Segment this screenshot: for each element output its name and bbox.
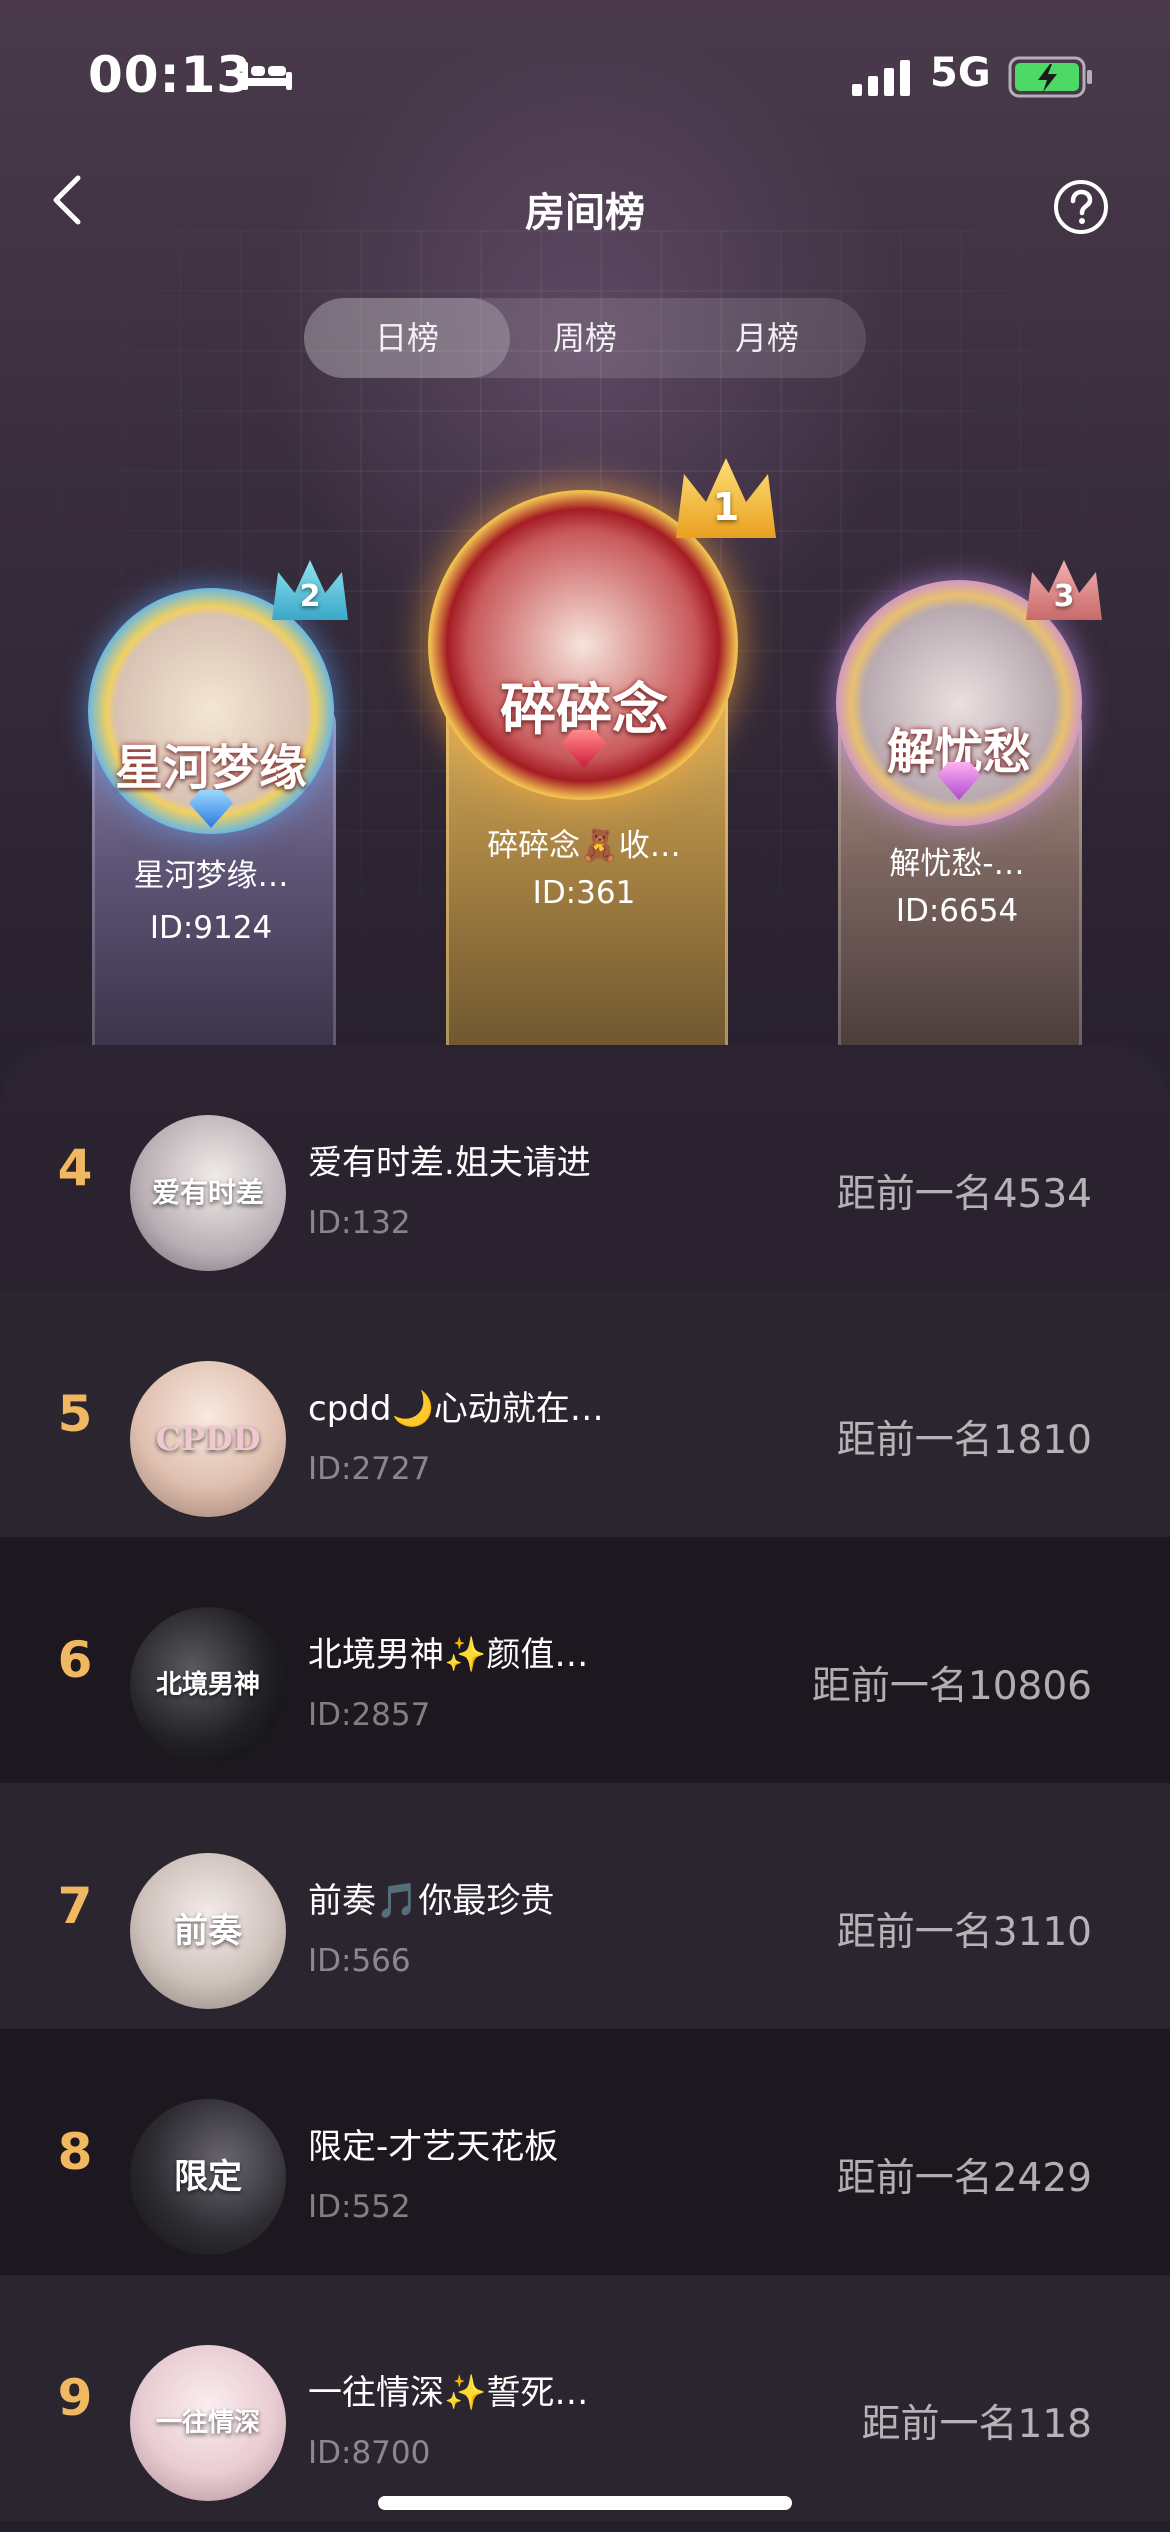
avatar-text: 前奏 [174, 1911, 242, 1951]
help-question-icon[interactable] [1052, 178, 1110, 236]
rank-number: 7 [57, 1877, 93, 1935]
room-id: ID:2727 [308, 1451, 431, 1487]
first-place-id: ID:361 [532, 875, 636, 911]
avatar-text: CPDD [155, 1420, 261, 1458]
rank-number: 4 [57, 1139, 93, 1197]
gap-to-previous: 距前一名118 [861, 2402, 1092, 2447]
status-time: 00:13 [88, 46, 253, 104]
network-type: 5G [930, 50, 991, 96]
avatar-text: 爱有时差 [151, 1176, 264, 1209]
rank-number: 6 [57, 1631, 93, 1689]
avatar[interactable]: 北境男神 [130, 1607, 286, 1763]
third-place-id: ID:6654 [895, 893, 1019, 929]
room-name: 一往情深✨誓死… [308, 2373, 589, 2413]
second-place-id: ID:9124 [149, 910, 273, 946]
list-item[interactable]: 8 限定 限定-才艺天花板 ID:552 距前一名2429 [0, 2029, 1170, 2275]
status-bar: 00:13 5G [0, 0, 1170, 150]
tab-weekly[interactable]: 周榜 [494, 298, 676, 378]
signal-icon [852, 60, 910, 96]
gap-to-previous: 距前一名4534 [836, 1172, 1092, 1217]
gap-to-previous: 距前一名1810 [836, 1418, 1092, 1463]
page-title: 房间榜 [525, 190, 645, 236]
home-indicator[interactable] [378, 2496, 792, 2510]
list-item[interactable]: 6 北境男神 北境男神✨颜值… ID:2857 距前一名10806 [0, 1537, 1170, 1783]
period-tabs: 日榜 周榜 月榜 [304, 298, 866, 378]
avatar-text: 限定 [174, 2157, 242, 2197]
avatar-text: 北境男神 [155, 1670, 260, 1700]
third-place-name: 解忧愁-… [889, 846, 1025, 882]
gap-to-previous: 距前一名3110 [836, 1910, 1092, 1955]
tab-monthly[interactable]: 月榜 [676, 298, 858, 378]
list-item[interactable]: 7 前奏 前奏🎵你最珍贵 ID:566 距前一名3110 [0, 1783, 1170, 2029]
room-name: 限定-才艺天花板 [308, 2127, 559, 2167]
tab-daily[interactable]: 日榜 [304, 298, 510, 378]
first-place-name: 碎碎念🧸收… [487, 828, 681, 864]
list-item[interactable]: 9 一往情深 一往情深✨誓死… ID:8700 距前一名118 [0, 2275, 1170, 2521]
second-place-frame-text: 星河梦缘 [114, 740, 307, 796]
battery-charging-icon [1008, 56, 1092, 98]
rank-number: 5 [57, 1385, 93, 1443]
gap-to-previous: 距前一名2429 [836, 2156, 1092, 2201]
room-id: ID:552 [308, 2189, 411, 2225]
room-ranking-screen: 00:13 5G 房间榜 日榜 周榜 月榜 星河梦缘 碎碎念 解忧愁 2 1 3… [0, 0, 1170, 2532]
rank-number: 9 [57, 2369, 93, 2427]
avatar[interactable]: 爱有时差 [130, 1115, 286, 1271]
room-id: ID:8700 [308, 2435, 431, 2471]
room-id: ID:2857 [308, 1697, 431, 1733]
room-name: 前奏🎵你最珍贵 [308, 1881, 555, 1921]
gap-to-previous: 距前一名10806 [811, 1664, 1092, 1709]
room-id: ID:132 [308, 1205, 411, 1241]
room-id: ID:566 [308, 1943, 411, 1979]
sleep-mode-icon [242, 62, 292, 90]
avatar[interactable]: 前奏 [130, 1853, 286, 2009]
room-name: cpdd🌙心动就在… [308, 1389, 604, 1429]
second-place-name: 星河梦缘… [133, 858, 289, 894]
list-item[interactable]: 5 CPDD cpdd🌙心动就在… ID:2727 距前一名1810 [0, 1291, 1170, 1537]
avatar[interactable]: 一往情深 [130, 2345, 286, 2501]
rank-number: 8 [57, 2123, 93, 2181]
room-name: 北境男神✨颜值… [308, 1635, 589, 1675]
avatar[interactable]: 限定 [130, 2099, 286, 2255]
ranking-list[interactable]: 4 爱有时差 爱有时差.姐夫请进 ID:132 距前一名4534 5 CPDD … [0, 1045, 1170, 2532]
room-name: 爱有时差.姐夫请进 [308, 1143, 591, 1183]
list-item[interactable]: 4 爱有时差 爱有时差.姐夫请进 ID:132 距前一名4534 [0, 1045, 1170, 1291]
avatar-text: 一往情深 [155, 2408, 260, 2438]
avatar[interactable]: CPDD [130, 1361, 286, 1517]
